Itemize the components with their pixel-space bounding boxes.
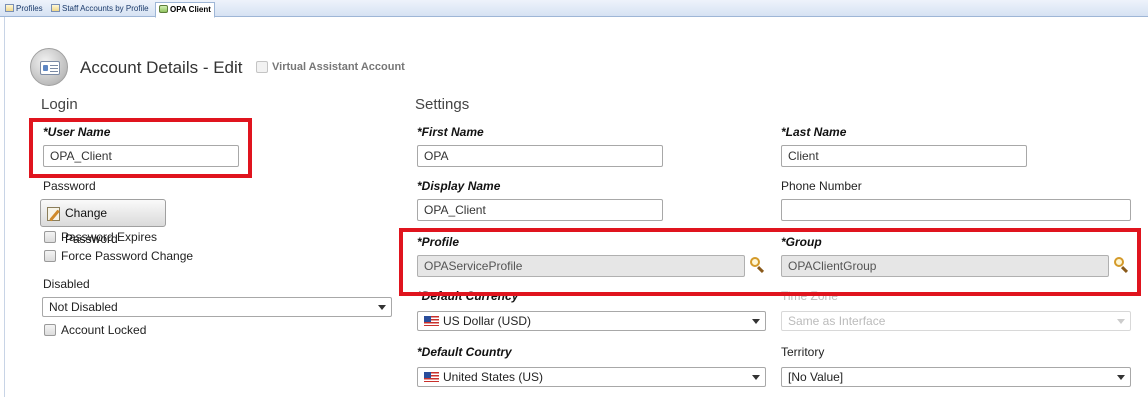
virtual-assistant-checkbox[interactable] xyxy=(256,61,268,73)
disabled-select-value: Not Disabled xyxy=(49,300,118,314)
default-currency-value: US Dollar (USD) xyxy=(443,314,532,328)
tab-bar: Profiles Staff Accounts by Profile OPA C… xyxy=(0,0,1148,18)
account-locked-label: Account Locked xyxy=(61,323,147,337)
first-name-label: *First Name xyxy=(417,125,484,139)
grid-icon xyxy=(51,4,60,12)
password-label: Password xyxy=(43,179,96,193)
change-password-button[interactable]: Change Password xyxy=(40,199,166,246)
tab-opa-client[interactable]: OPA Client xyxy=(155,2,215,18)
force-password-change-checkbox[interactable] xyxy=(44,250,56,262)
user-name-highlight-box xyxy=(29,118,252,178)
last-name-input[interactable]: Client xyxy=(781,145,1027,167)
default-country-select[interactable]: United States (US) xyxy=(417,367,766,387)
us-flag-icon xyxy=(424,372,439,382)
time-zone-select: Same as Interface xyxy=(781,311,1131,331)
first-name-input[interactable]: OPA xyxy=(417,145,663,167)
tab-label: OPA Client xyxy=(170,5,211,14)
tab-staff-accounts-by-profile[interactable]: Staff Accounts by Profile xyxy=(48,2,152,17)
disabled-label: Disabled xyxy=(43,277,90,291)
grid-icon xyxy=(5,4,14,12)
chevron-down-icon xyxy=(1117,375,1125,380)
display-name-input[interactable]: OPA_Client xyxy=(417,199,663,221)
last-name-label: *Last Name xyxy=(781,125,847,139)
phone-number-label: Phone Number xyxy=(781,179,862,193)
us-flag-icon xyxy=(424,316,439,326)
password-expires-label: Password Expires xyxy=(61,230,158,244)
force-password-change-label: Force Password Change xyxy=(61,249,194,263)
phone-number-input[interactable] xyxy=(781,199,1131,221)
chevron-down-icon xyxy=(1117,319,1125,324)
login-section-title: Login xyxy=(41,96,78,113)
time-zone-value: Same as Interface xyxy=(788,314,886,328)
chevron-down-icon xyxy=(752,375,760,380)
territory-value: [No Value] xyxy=(788,370,844,384)
panel-border xyxy=(4,17,5,397)
tab-label: Staff Accounts by Profile xyxy=(62,4,149,13)
account-card-icon xyxy=(30,48,68,86)
edit-pencil-icon xyxy=(47,207,60,221)
virtual-assistant-label: Virtual Assistant Account xyxy=(272,61,405,73)
password-expires-checkbox[interactable] xyxy=(44,231,56,243)
display-name-label: *Display Name xyxy=(417,179,501,193)
territory-label: Territory xyxy=(781,345,825,359)
tab-label: Profiles xyxy=(16,4,43,13)
chevron-down-icon xyxy=(378,305,386,310)
territory-select[interactable]: [No Value] xyxy=(781,367,1131,387)
chevron-down-icon xyxy=(752,319,760,324)
default-country-label: *Default Country xyxy=(417,345,512,359)
users-icon xyxy=(159,5,168,13)
default-currency-select[interactable]: US Dollar (USD) xyxy=(417,311,766,331)
profile-group-highlight-box xyxy=(399,228,1141,296)
settings-section-title: Settings xyxy=(415,96,470,113)
disabled-select[interactable]: Not Disabled xyxy=(42,297,392,317)
default-country-value: United States (US) xyxy=(443,370,544,384)
tab-profiles[interactable]: Profiles xyxy=(2,2,46,17)
account-locked-checkbox[interactable] xyxy=(44,324,56,336)
page-title: Account Details - Edit xyxy=(80,58,243,77)
